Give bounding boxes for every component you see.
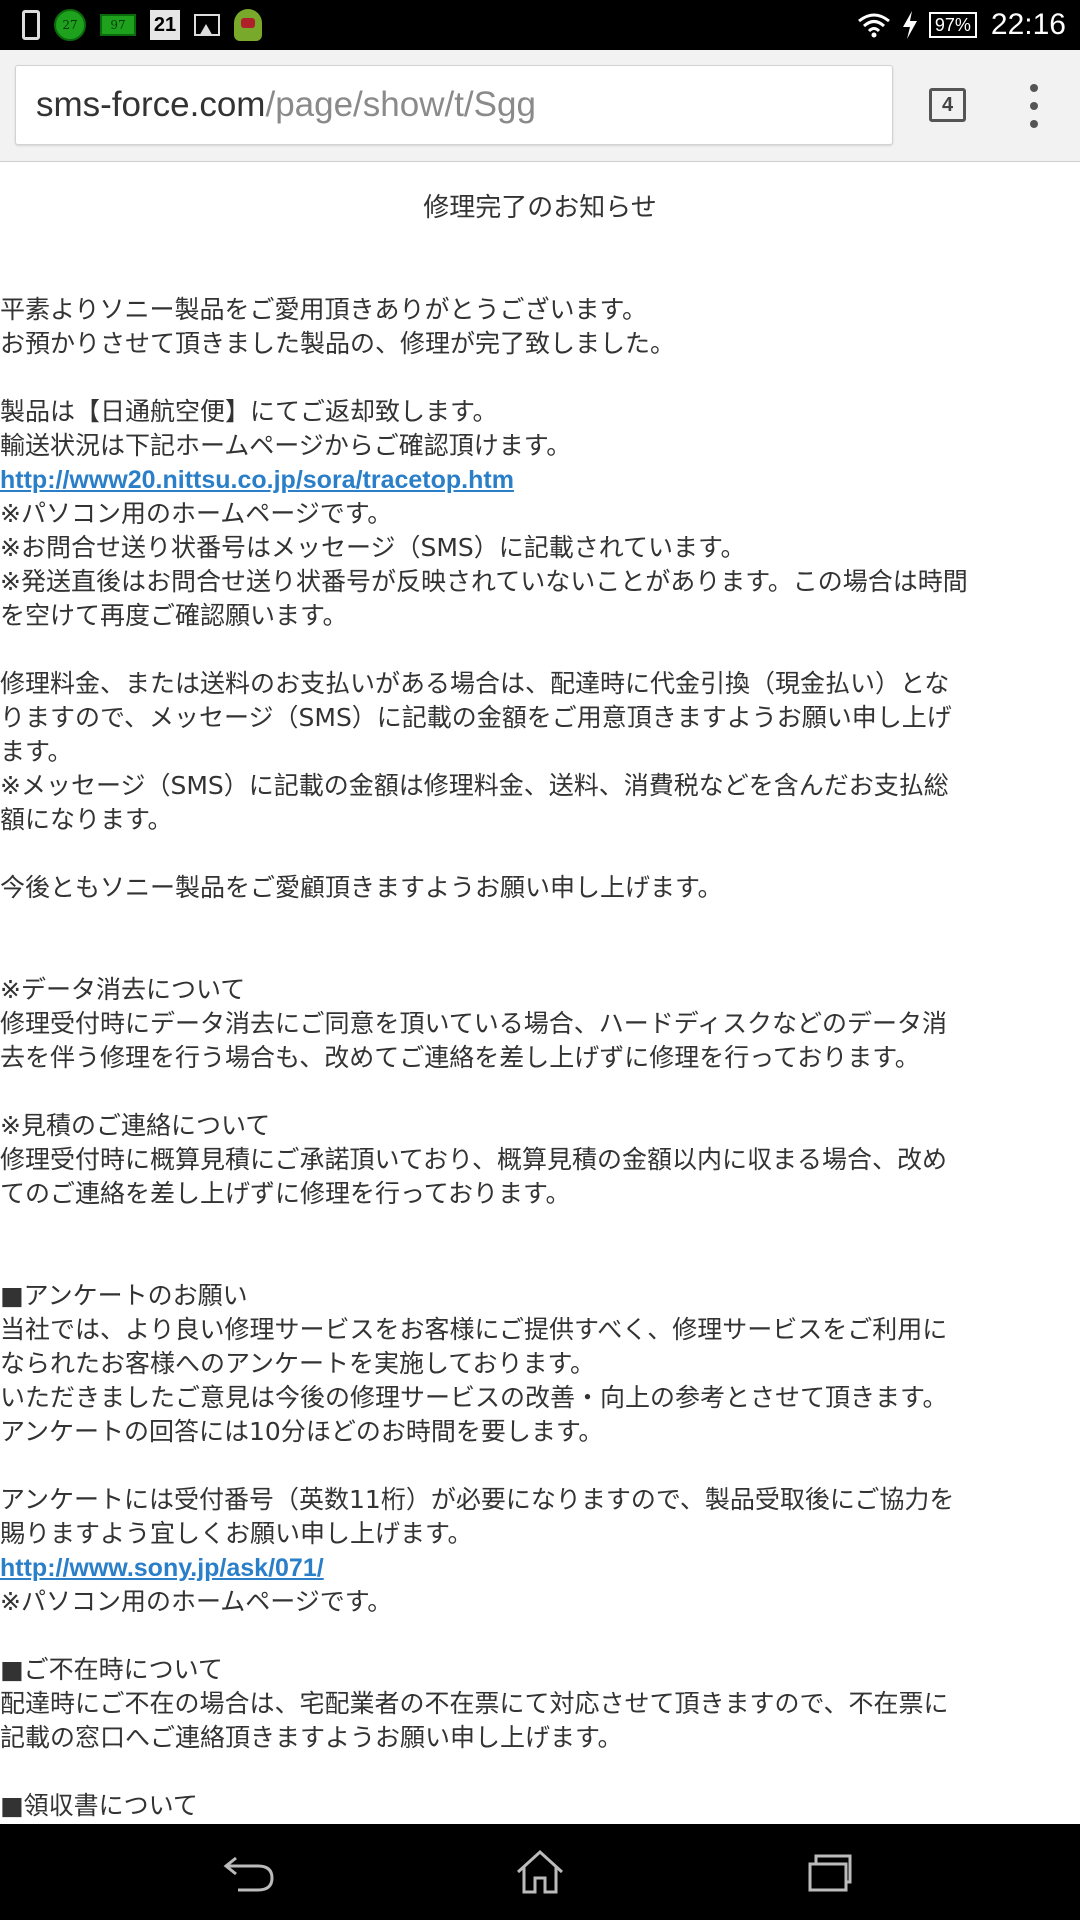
recents-button[interactable] (800, 1842, 860, 1902)
status-bar: 27 97 21 97% 22:16 (0, 0, 1080, 50)
home-button[interactable] (510, 1842, 570, 1902)
url-path: /page/show/t/Sgg (265, 85, 536, 124)
notification-circle-icon: 27 (54, 9, 86, 41)
tracking-link[interactable]: http://www20.nittsu.co.jp/sora/tracetop.… (0, 463, 1080, 497)
navigation-bar (0, 1824, 1080, 1920)
survey-number-paragraph: アンケートには受付番号（英数11桁）が必要になりますので、製品受取後にご協力を … (0, 1485, 955, 1548)
overflow-menu-button[interactable] (1020, 84, 1048, 128)
home-icon (516, 1849, 564, 1894)
survey-link[interactable]: http://www.sony.jp/ask/071/ (0, 1551, 1080, 1585)
back-icon (223, 1856, 274, 1892)
receipt-heading: ■領収書について (0, 1791, 198, 1820)
greeting-paragraph: 平素よりソニー製品をご愛用頂きありがとうございます。 お預かりさせて頂きました製… (0, 295, 676, 358)
closing-paragraph: 今後ともソニー製品をご愛顧頂きますようお願い申し上げます。 (0, 873, 723, 902)
recents-icon (808, 1854, 852, 1892)
browser-toolbar: sms-force.com/page/show/t/Sgg 4 (0, 50, 1080, 162)
page-content: 修理完了のお知らせ 平素よりソニー製品をご愛用頂きありがとうございます。 お預か… (0, 163, 1080, 1824)
survey-link-note: ※パソコン用のホームページです。 (0, 1587, 393, 1616)
status-notifications: 27 97 21 (0, 0, 262, 50)
menu-dot-icon (1030, 120, 1038, 128)
phone-icon (22, 10, 40, 40)
menu-dot-icon (1030, 102, 1038, 110)
estimate-section: ※見積のご連絡について 修理受付時に概算見積にご承諾頂いており、概算見積の金額以… (0, 1111, 948, 1208)
charging-icon (902, 11, 917, 39)
status-system: 97% 22:16 (857, 0, 1080, 50)
tracking-notes: ※パソコン用のホームページです。 ※お問合せ送り状番号はメッセージ（SMS）に記… (0, 499, 968, 630)
battery-app-icon: 97 (100, 14, 136, 36)
page-title: 修理完了のお知らせ (423, 193, 657, 223)
url-bar[interactable]: sms-force.com/page/show/t/Sgg (15, 65, 893, 145)
menu-dot-icon (1030, 84, 1038, 92)
image-icon (194, 14, 220, 36)
calendar-icon: 21 (150, 10, 180, 40)
battery-icon: 97% (928, 12, 977, 38)
url-domain: sms-force.com (36, 85, 266, 124)
clock: 22:16 (990, 8, 1066, 41)
tab-switcher-button[interactable]: 4 (929, 88, 966, 122)
data-erasure-section: ※データ消去について 修理受付時にデータ消去にご同意を頂いている場合、ハードディ… (0, 975, 948, 1072)
back-button[interactable] (220, 1842, 280, 1902)
android-icon (234, 9, 262, 41)
payment-paragraph: 修理料金、または送料のお支払いがある場合は、配達時に代金引換（現金払い）とな り… (0, 669, 952, 834)
shipping-paragraph: 製品は【日通航空便】にてご返却致します。 輸送状況は下記ホームページからご確認頂… (0, 397, 572, 460)
wifi-icon (857, 13, 890, 38)
survey-section: ■アンケートのお願い 当社では、より良い修理サービスをお客様にご提供すべく、修理… (0, 1281, 948, 1446)
absence-section: ■ご不在時について 配達時にご不在の場合は、宅配業者の不在票にて対応させて頂きま… (0, 1655, 949, 1752)
